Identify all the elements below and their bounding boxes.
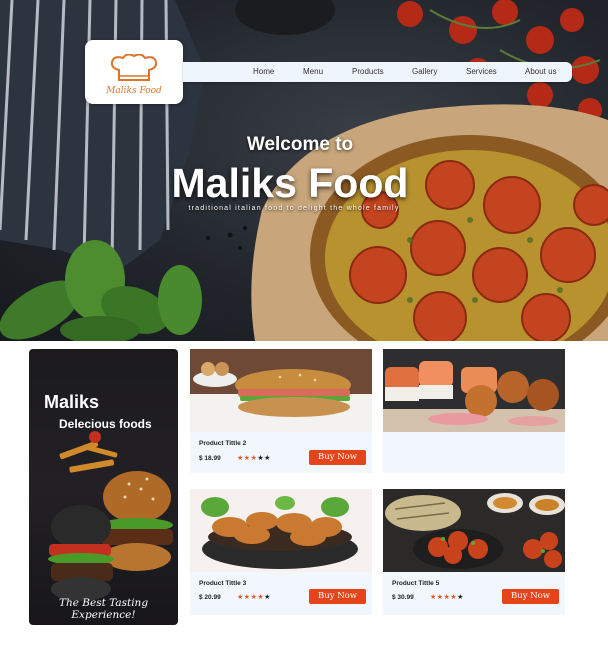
nav-gallery[interactable]: Gallery: [412, 67, 437, 76]
star-icon: ★: [243, 594, 251, 601]
product-price: $ 18.99: [199, 455, 221, 462]
product-card[interactable]: Product Tittle 5 $ 30.99 ★★★★★ Buy Now: [383, 489, 565, 615]
star-icon: ★: [237, 455, 244, 462]
buy-now-button[interactable]: Buy Now: [309, 589, 366, 604]
product-title: Product Tittle 5: [392, 580, 440, 587]
product-price: $ 20.99: [199, 594, 221, 601]
product-card[interactable]: Product Tittle 2 $ 18.99 ★★★★★ Buy Now: [190, 349, 372, 473]
product-image-sushi: [383, 349, 565, 432]
product-price: $ 30.99: [392, 594, 414, 601]
chef-hat-icon: [110, 54, 158, 81]
promo-title: Maliks: [44, 392, 100, 412]
nav-products[interactable]: Products: [352, 67, 384, 76]
hero-banner: Maliks Food Home Menu Products Gallery S…: [0, 0, 608, 341]
product-card[interactable]: Product Tittle 3 $ 20.99 ★★★★★ Buy Now: [190, 489, 372, 615]
nav-home[interactable]: Home: [253, 67, 274, 76]
star-icon: ★: [457, 594, 464, 601]
hero-tagline: traditional italian food to delight the …: [188, 205, 400, 212]
star-icon: ★: [436, 594, 444, 601]
nav-about-us[interactable]: About us: [525, 67, 557, 76]
promo-card[interactable]: [29, 349, 178, 625]
star-icon: ★: [264, 594, 271, 601]
buy-now-button[interactable]: Buy Now: [502, 589, 559, 604]
star-icon: ★: [237, 594, 244, 601]
star-icon: ★: [243, 455, 251, 462]
product-title: Product Tittle 2: [199, 440, 247, 447]
rating-stars: ★★★★★: [237, 454, 271, 462]
main-navigation: Home Menu Products Gallery Services Abou…: [183, 62, 572, 82]
product-title: Product Tittle 3: [199, 580, 247, 587]
logo-text: Maliks Food: [106, 86, 162, 96]
rating-stars: ★★★★★: [430, 593, 464, 601]
logo[interactable]: Maliks Food: [85, 40, 183, 104]
nav-services[interactable]: Services: [466, 67, 497, 76]
star-icon: ★: [430, 594, 437, 601]
burger-image: [48, 431, 173, 601]
star-icon: ★: [264, 455, 271, 462]
product-image-fried-chicken: [190, 489, 372, 572]
hero-welcome: Welcome to: [246, 134, 354, 155]
product-image-spicy-platter: [383, 489, 565, 572]
buy-now-button[interactable]: Buy Now: [309, 450, 366, 465]
product-image-sandwich: [190, 349, 372, 432]
nav-menu[interactable]: Menu: [303, 67, 323, 76]
rating-stars: ★★★★★: [237, 593, 271, 601]
hero-title: Maliks Food: [171, 160, 409, 206]
promo-subtitle: Delecious foods: [59, 417, 152, 431]
promo-footer-text: The Best Tasting Experience!: [58, 597, 149, 621]
product-card[interactable]: [383, 349, 565, 473]
